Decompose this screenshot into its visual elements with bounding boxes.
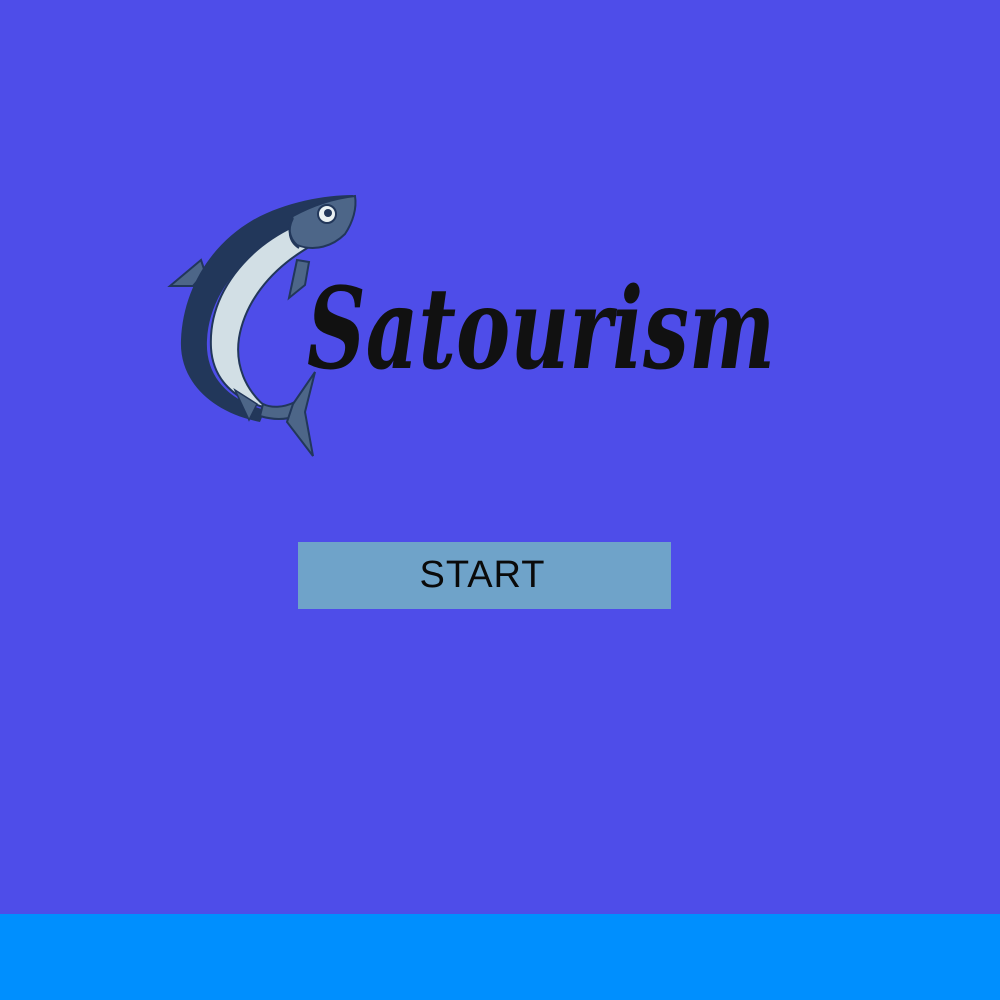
logo-graphic: Satourism xyxy=(167,194,775,457)
start-button[interactable]: START xyxy=(298,542,671,609)
app-logo: Satourism xyxy=(165,190,785,460)
start-button-label: START xyxy=(419,554,546,596)
logo-wordmark: Satourism xyxy=(307,264,775,395)
fish-pectoral-fin xyxy=(287,258,311,301)
bottom-bar xyxy=(0,914,1000,1000)
